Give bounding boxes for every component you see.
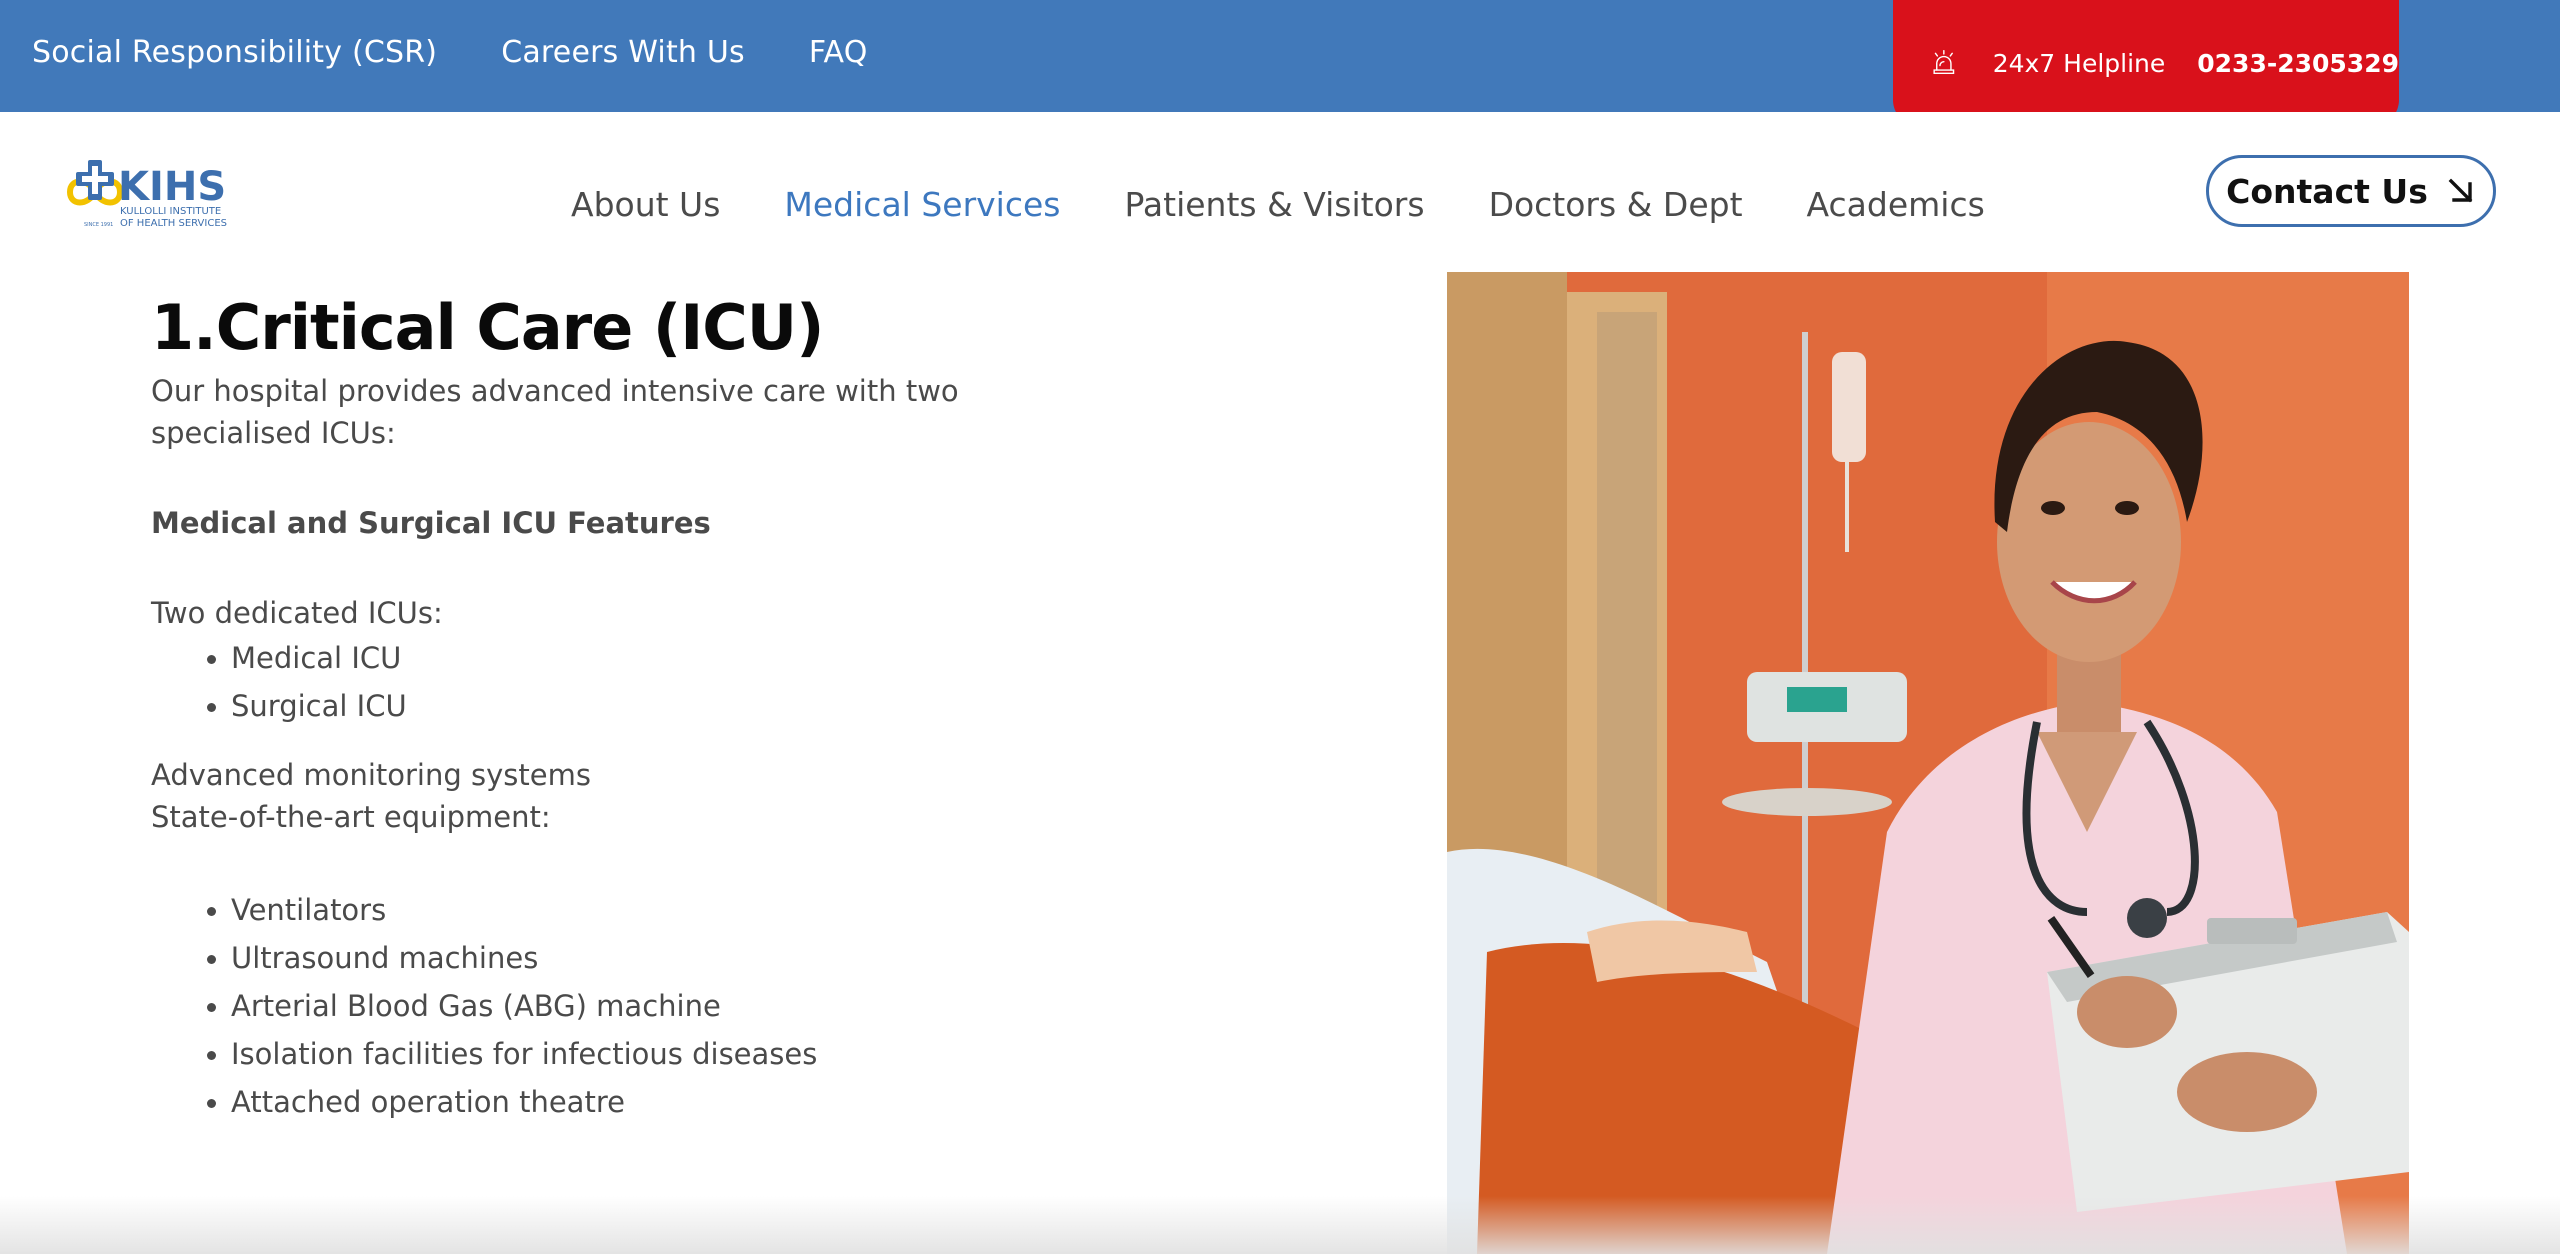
helpline-number[interactable]: 0233-2305329 xyxy=(2197,49,2399,78)
list-item: Isolation facilities for infectious dise… xyxy=(207,1030,1351,1078)
top-link-careers[interactable]: Careers With Us xyxy=(501,35,745,70)
top-links: Social Responsibility (CSR) Careers With… xyxy=(32,0,868,104)
nav-item-doctors-dept[interactable]: Doctors & Dept xyxy=(1489,185,1743,224)
equipment-list: Ventilators Ultrasound machines Arterial… xyxy=(207,886,1351,1126)
list-item: Medical ICU xyxy=(207,634,1351,682)
list-item: Ultrasound machines xyxy=(207,934,1351,982)
nurse-illustration xyxy=(1447,272,2409,1254)
nav-item-academics[interactable]: Academics xyxy=(1807,185,1985,224)
nurse-photo xyxy=(1447,272,2409,1254)
helpline-label: 24x7 Helpline xyxy=(1992,48,2166,78)
helpline-box[interactable]: 24x7 Helpline 0233-2305329 xyxy=(1893,0,2399,126)
top-link-csr[interactable]: Social Responsibility (CSR) xyxy=(32,35,437,70)
logo-text: KIHS xyxy=(118,164,226,210)
list-item: Ventilators xyxy=(207,886,1351,934)
list-item: Arterial Blood Gas (ABG) machine xyxy=(207,982,1351,1030)
icus-label: Two dedicated ICUs: xyxy=(151,596,443,630)
intro-text: Our hospital provides advanced intensive… xyxy=(151,374,959,450)
list-item: Surgical ICU xyxy=(207,682,1351,730)
logo-subtitle-2: OF HEALTH SERVICES xyxy=(120,218,227,229)
top-link-faq[interactable]: FAQ xyxy=(809,35,868,70)
monitoring-text: Advanced monitoring systems xyxy=(151,758,591,792)
icus-list: Medical ICU Surgical ICU xyxy=(207,634,1351,730)
features-heading: Medical and Surgical ICU Features xyxy=(151,506,711,540)
contact-us-label: Contact Us xyxy=(2226,171,2428,211)
nav-item-about-us[interactable]: About Us xyxy=(571,185,720,224)
top-utility-bar: Social Responsibility (CSR) Careers With… xyxy=(0,0,2560,126)
nav-item-medical-services[interactable]: Medical Services xyxy=(784,185,1060,224)
service-content: 1.Critical Care (ICU) Our hospital provi… xyxy=(151,286,1351,1126)
alarm-bell-icon xyxy=(1933,50,1955,75)
logo-subtitle-1: KULLOLLI INSTITUTE xyxy=(120,206,221,217)
arrow-down-right-icon xyxy=(2448,178,2473,203)
logo-mark: SINCE 1991 KIHS KULLOLLI INSTITUTE OF HE… xyxy=(66,160,227,229)
contact-us-button[interactable]: Contact Us xyxy=(2206,155,2496,227)
kihs-logo[interactable]: SINCE 1991 KIHS KULLOLLI INSTITUTE OF HE… xyxy=(62,156,252,232)
list-item: Attached operation theatre xyxy=(207,1078,1351,1126)
primary-nav: About Us Medical Services Patients & Vis… xyxy=(571,164,1985,244)
nav-item-patients-visitors[interactable]: Patients & Visitors xyxy=(1124,185,1424,224)
page-title: 1.Critical Care (ICU) xyxy=(151,291,824,364)
equipment-label: State-of-the-art equipment: xyxy=(151,800,551,834)
main-navbar: SINCE 1991 KIHS KULLOLLI INSTITUTE OF HE… xyxy=(0,112,2560,272)
svg-text:SINCE 1991: SINCE 1991 xyxy=(84,222,113,228)
